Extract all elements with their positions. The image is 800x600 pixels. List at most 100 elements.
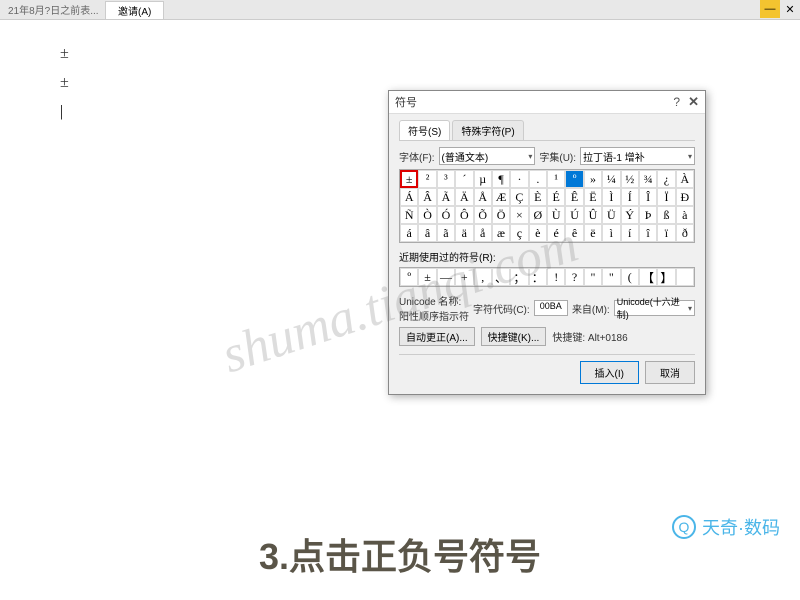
recent-char-cell[interactable]: ； <box>510 268 528 286</box>
char-cell[interactable]: ± <box>400 170 418 188</box>
char-cell[interactable]: µ <box>474 170 492 188</box>
recent-char-cell[interactable]: ? <box>565 268 583 286</box>
char-cell[interactable]: ¾ <box>639 170 657 188</box>
char-cell[interactable]: × <box>510 206 528 224</box>
recent-char-cell[interactable]: — <box>437 268 455 286</box>
char-cell[interactable]: Ø <box>529 206 547 224</box>
char-cell[interactable]: Ô <box>455 206 473 224</box>
char-cell[interactable]: é <box>547 224 565 242</box>
char-cell[interactable]: ´ <box>455 170 473 188</box>
close-icon[interactable]: ✕ <box>688 94 699 110</box>
recent-char-cell[interactable] <box>676 268 694 286</box>
char-cell[interactable]: Ù <box>547 206 565 224</box>
char-cell[interactable]: ß <box>657 206 675 224</box>
char-cell[interactable]: º <box>565 170 583 188</box>
char-cell[interactable]: Ã <box>437 188 455 206</box>
subset-select[interactable]: 拉丁语-1 增补 ▾ <box>580 147 695 165</box>
char-cell[interactable]: ¶ <box>492 170 510 188</box>
tab-symbols[interactable]: 符号(S) <box>399 120 450 140</box>
ribbon-tab[interactable]: 邀请(A) <box>105 1 164 20</box>
char-cell[interactable]: À <box>676 170 694 188</box>
char-code-input[interactable]: 00BA <box>534 300 568 316</box>
char-cell[interactable]: Æ <box>492 188 510 206</box>
recent-char-cell[interactable]: 【 <box>639 268 657 286</box>
char-cell[interactable]: Ä <box>455 188 473 206</box>
char-cell[interactable]: Ò <box>418 206 436 224</box>
char-cell[interactable]: è <box>529 224 547 242</box>
recent-char-cell[interactable]: + <box>455 268 473 286</box>
char-cell[interactable]: î <box>639 224 657 242</box>
char-cell[interactable]: ² <box>418 170 436 188</box>
char-cell[interactable]: Ú <box>565 206 583 224</box>
char-cell[interactable]: ¹ <box>547 170 565 188</box>
char-cell[interactable]: Ç <box>510 188 528 206</box>
char-cell[interactable]: Ö <box>492 206 510 224</box>
char-cell[interactable]: Â <box>418 188 436 206</box>
char-cell[interactable]: Ï <box>657 188 675 206</box>
char-cell[interactable]: ë <box>584 224 602 242</box>
recent-char-cell[interactable]: ( <box>621 268 639 286</box>
font-select[interactable]: (普通文本) ▾ <box>439 147 536 165</box>
char-cell[interactable]: ä <box>455 224 473 242</box>
recent-char-cell[interactable]: " <box>584 268 602 286</box>
minimize-icon[interactable]: — <box>760 0 780 18</box>
dialog-titlebar[interactable]: 符号 ? ✕ <box>389 91 705 114</box>
char-cell[interactable]: Þ <box>639 206 657 224</box>
char-cell[interactable]: ð <box>676 224 694 242</box>
char-cell[interactable]: Å <box>474 188 492 206</box>
char-cell[interactable]: Û <box>584 206 602 224</box>
char-cell[interactable]: ï <box>657 224 675 242</box>
recent-char-cell[interactable]: º <box>400 268 418 286</box>
char-cell[interactable]: ¿ <box>657 170 675 188</box>
char-cell[interactable]: ê <box>565 224 583 242</box>
brand-logo: Q 天奇·数码 <box>672 514 780 540</box>
char-cell[interactable]: Ý <box>621 206 639 224</box>
recent-char-cell[interactable]: 】 <box>657 268 675 286</box>
char-cell[interactable]: Ì <box>602 188 620 206</box>
cancel-button[interactable]: 取消 <box>645 361 695 384</box>
from-value: Unicode(十六进制) <box>617 295 688 321</box>
char-cell[interactable]: . <box>529 170 547 188</box>
char-cell[interactable]: É <box>547 188 565 206</box>
symbol-dialog: 符号 ? ✕ 符号(S) 特殊字符(P) 字体(F): (普通文本) ▾ 字集(… <box>388 90 706 395</box>
char-cell[interactable]: Ë <box>584 188 602 206</box>
char-cell[interactable]: æ <box>492 224 510 242</box>
char-cell[interactable]: à <box>676 206 694 224</box>
help-icon[interactable]: ? <box>673 95 680 109</box>
char-cell[interactable]: · <box>510 170 528 188</box>
recent-char-cell[interactable]: ! <box>547 268 565 286</box>
from-select[interactable]: Unicode(十六进制) ▾ <box>614 300 695 316</box>
char-cell[interactable]: È <box>529 188 547 206</box>
char-cell[interactable]: Í <box>621 188 639 206</box>
char-cell[interactable]: ç <box>510 224 528 242</box>
recent-char-cell[interactable]: , <box>474 268 492 286</box>
char-cell[interactable]: ã <box>437 224 455 242</box>
char-cell[interactable]: í <box>621 224 639 242</box>
insert-button[interactable]: 插入(I) <box>580 361 639 384</box>
doc-line: ± <box>60 40 740 69</box>
char-cell[interactable]: â <box>418 224 436 242</box>
char-cell[interactable]: Ñ <box>400 206 418 224</box>
recent-char-cell[interactable]: 、 <box>492 268 510 286</box>
char-cell[interactable]: Î <box>639 188 657 206</box>
autocorrect-button[interactable]: 自动更正(A)... <box>399 327 475 346</box>
char-cell[interactable]: ¼ <box>602 170 620 188</box>
char-cell[interactable]: ½ <box>621 170 639 188</box>
char-cell[interactable]: Õ <box>474 206 492 224</box>
recent-char-cell[interactable]: " <box>602 268 620 286</box>
char-cell[interactable]: ì <box>602 224 620 242</box>
char-cell[interactable]: å <box>474 224 492 242</box>
tab-special[interactable]: 特殊字符(P) <box>452 120 523 140</box>
char-cell[interactable]: á <box>400 224 418 242</box>
char-cell[interactable]: Ð <box>676 188 694 206</box>
close-icon[interactable]: ✕ <box>780 0 800 18</box>
char-cell[interactable]: Ê <box>565 188 583 206</box>
shortcut-button[interactable]: 快捷键(K)... <box>481 327 547 346</box>
char-cell[interactable]: » <box>584 170 602 188</box>
recent-char-cell[interactable]: ± <box>418 268 436 286</box>
char-cell[interactable]: Ó <box>437 206 455 224</box>
recent-char-cell[interactable]: ： <box>529 268 547 286</box>
char-cell[interactable]: ³ <box>437 170 455 188</box>
char-cell[interactable]: Ü <box>602 206 620 224</box>
char-cell[interactable]: Á <box>400 188 418 206</box>
